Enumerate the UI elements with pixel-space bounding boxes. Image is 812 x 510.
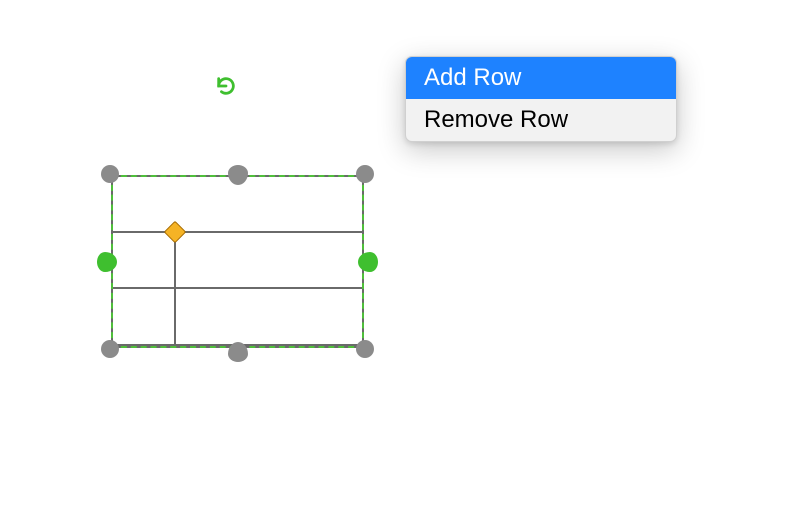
table-body <box>111 175 364 348</box>
rotate-handle[interactable] <box>215 75 237 97</box>
table-row <box>113 233 362 289</box>
connector-handle-left[interactable] <box>97 252 117 272</box>
resize-handle-bottom-middle[interactable] <box>228 342 248 362</box>
menu-item-remove-row[interactable]: Remove Row <box>406 99 676 141</box>
table-row <box>113 177 362 233</box>
resize-handle-top-left[interactable] <box>101 165 119 183</box>
selected-shape-table[interactable] <box>111 175 364 348</box>
connector-handle-right[interactable] <box>358 252 378 272</box>
table-column-separator <box>174 235 176 346</box>
resize-handle-bottom-left[interactable] <box>101 340 119 358</box>
resize-handle-top-right[interactable] <box>356 165 374 183</box>
context-menu: Add Row Remove Row <box>405 56 677 142</box>
editor-canvas[interactable]: Add Row Remove Row <box>0 0 812 510</box>
resize-handle-bottom-right[interactable] <box>356 340 374 358</box>
menu-item-add-row[interactable]: Add Row <box>406 57 676 99</box>
table-row <box>113 289 362 346</box>
resize-handle-top-middle[interactable] <box>228 165 248 185</box>
